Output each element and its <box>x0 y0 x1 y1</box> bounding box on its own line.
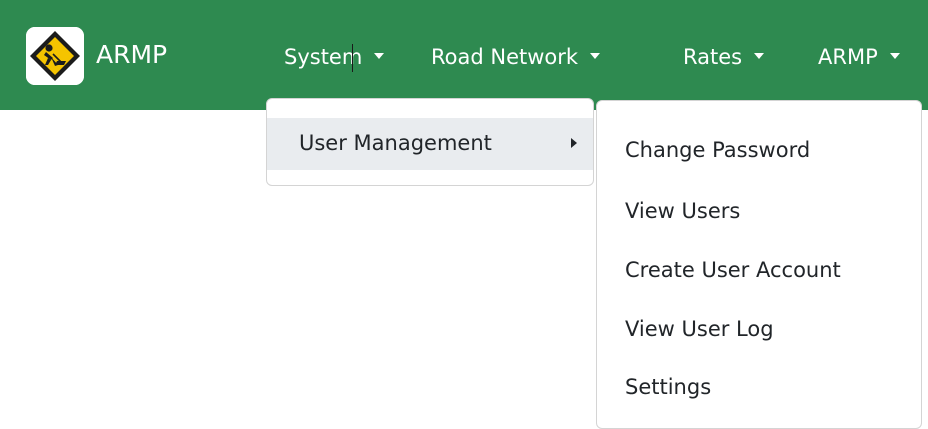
menu-item-user-management-label: User Management <box>299 131 492 155</box>
caret-down-icon <box>889 53 900 59</box>
nav-system[interactable]: System <box>284 44 385 70</box>
brand-title[interactable]: ARMP <box>96 40 167 70</box>
caret-right-icon <box>571 138 577 148</box>
menu-item-change-password[interactable]: Change Password <box>625 136 810 164</box>
caret-down-icon <box>590 53 601 59</box>
menu-item-user-management[interactable]: User Management <box>267 118 593 170</box>
menu-item-create-user-account[interactable]: Create User Account <box>625 256 841 284</box>
menu-item-view-users[interactable]: View Users <box>625 197 740 225</box>
road-worker-sign-icon[interactable] <box>26 27 84 85</box>
system-dropdown-menu: User Management <box>266 98 594 186</box>
user-management-submenu: Change Password View Users Create User A… <box>596 100 922 429</box>
text-cursor <box>352 44 353 72</box>
nav-rates[interactable]: Rates <box>683 44 765 70</box>
nav-road-network-label: Road Network <box>431 45 579 69</box>
nav-armp[interactable]: ARMP <box>818 44 900 70</box>
nav-rates-label: Rates <box>683 45 743 69</box>
caret-down-icon <box>754 53 765 59</box>
nav-armp-label: ARMP <box>818 45 878 69</box>
top-navbar: ARMP System Road Network Rates ARMP <box>0 0 928 110</box>
menu-item-settings[interactable]: Settings <box>625 373 711 401</box>
nav-road-network[interactable]: Road Network <box>431 44 601 70</box>
caret-down-icon <box>374 53 385 59</box>
menu-item-view-user-log[interactable]: View User Log <box>625 315 774 343</box>
nav-system-label: System <box>284 45 363 69</box>
